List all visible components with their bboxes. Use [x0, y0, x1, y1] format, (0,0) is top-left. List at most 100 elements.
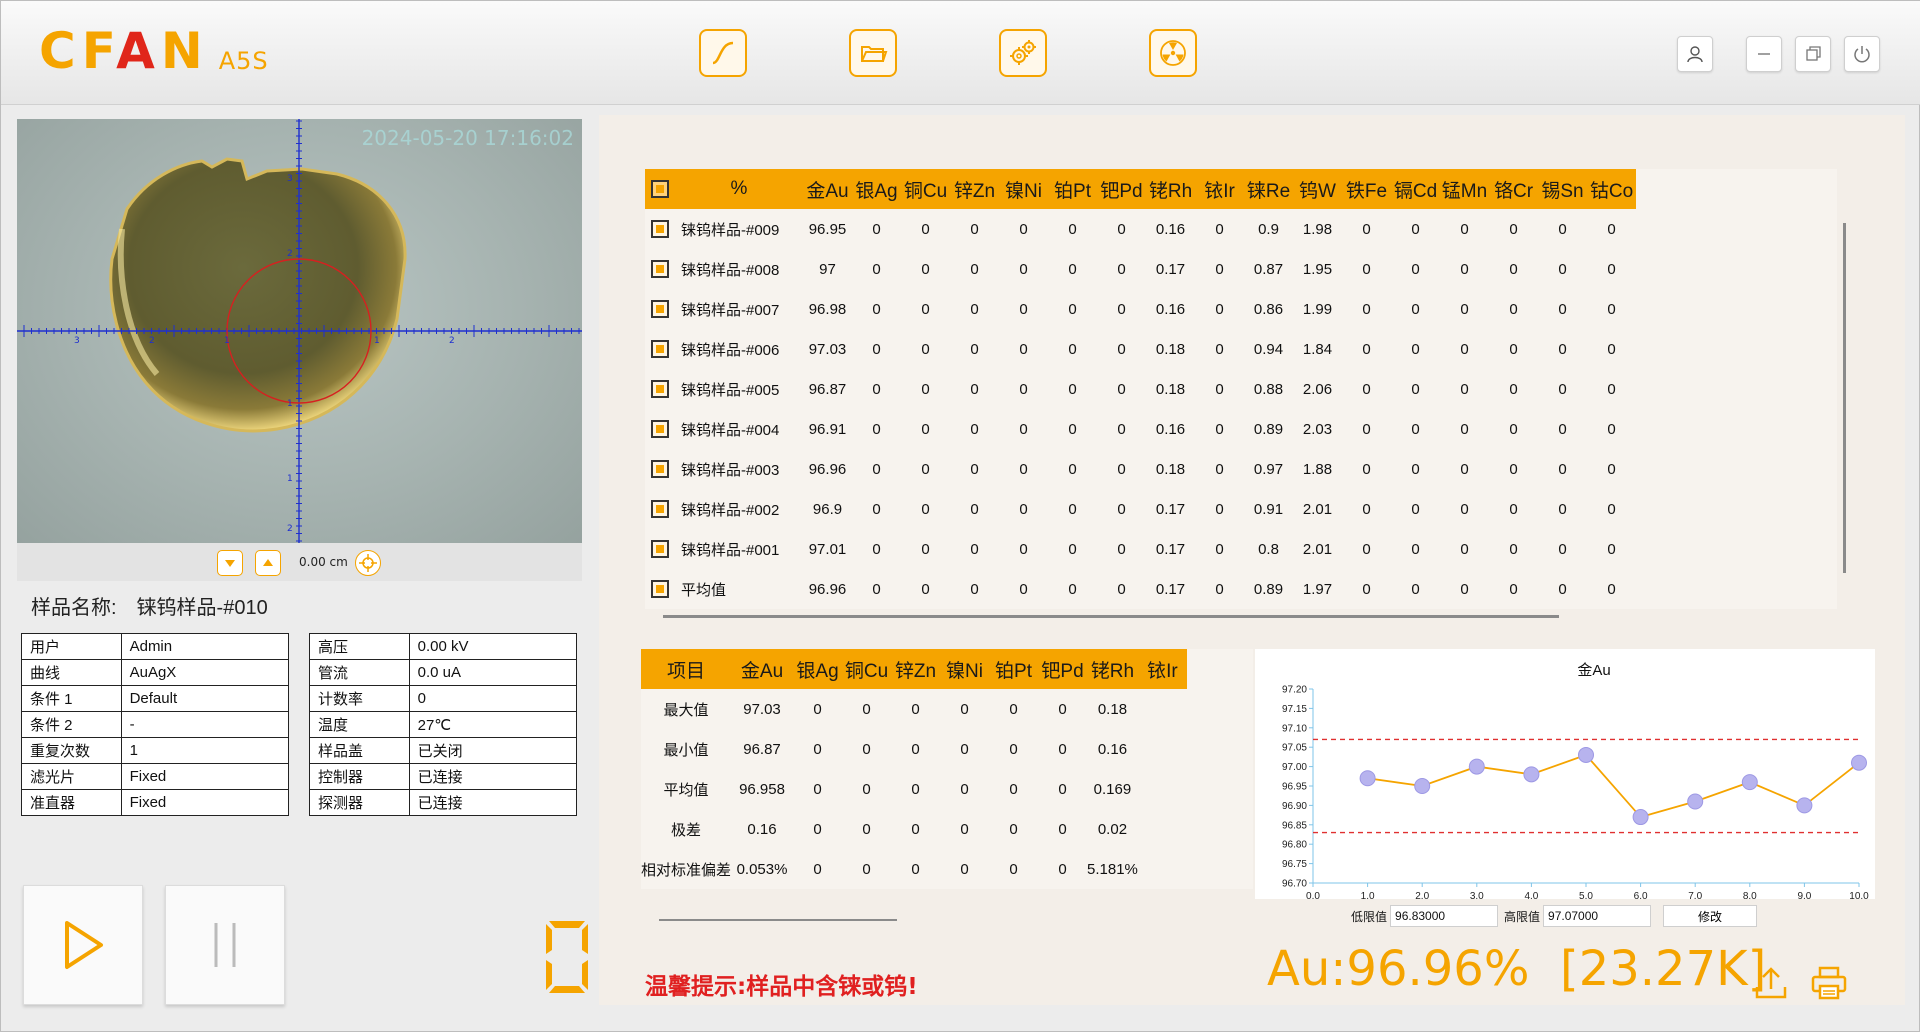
- info-key: 控制器: [309, 763, 410, 790]
- row-check-cell[interactable]: [645, 369, 675, 409]
- column-header[interactable]: 铑Rh: [1146, 169, 1195, 209]
- row-checkbox[interactable]: [651, 300, 669, 319]
- stats-row-name: 相对标准偏差: [641, 861, 732, 879]
- table-cell: 0: [921, 260, 930, 278]
- row-checkbox[interactable]: [651, 540, 669, 559]
- row-check-cell[interactable]: [645, 329, 675, 369]
- logo-text: CFAN: [39, 22, 209, 80]
- column-header[interactable]: 钴Co: [1587, 169, 1636, 209]
- column-header[interactable]: 铜Cu: [901, 169, 950, 209]
- table-cell: 0: [872, 340, 881, 358]
- row-check-cell[interactable]: [645, 249, 675, 289]
- table-cell: 0: [970, 460, 979, 478]
- table-row[interactable]: 铼钨样品-#008 97 0 0 0 0 0 0 0.17 0 0.87 1.95 0 0 0 0 0 0: [645, 249, 1636, 289]
- row-checkbox[interactable]: [651, 460, 669, 479]
- results-horizontal-scrollbar[interactable]: [663, 615, 1559, 618]
- data-point[interactable]: [1468, 758, 1485, 775]
- column-header[interactable]: 锰Mn: [1440, 169, 1489, 209]
- select-all-checkbox[interactable]: [651, 179, 669, 198]
- center-crosshair-button[interactable]: [355, 550, 381, 576]
- camera-view[interactable]: 3 2 1 1 2 3 2 1 1 2 2024-05-20 17:16:02: [17, 119, 582, 543]
- table-row[interactable]: 铼钨样品-#002 96.9 0 0 0 0 0 0 0.17 0 0.91 2.01 0 0 0 0 0 0: [645, 489, 1636, 529]
- table-row[interactable]: 铼钨样品-#005 96.87 0 0 0 0 0 0 0.18 0 0.88 2.06 0 0 0 0 0 0: [645, 369, 1636, 409]
- column-header[interactable]: 锌Zn: [950, 169, 999, 209]
- row-checkbox[interactable]: [651, 420, 669, 439]
- column-header[interactable]: 铼Re: [1244, 169, 1293, 209]
- column-header[interactable]: 金Au: [803, 169, 852, 209]
- column-header[interactable]: 铬Cr: [1489, 169, 1538, 209]
- stats-header-item: 项目: [641, 649, 732, 689]
- row-check-cell[interactable]: [645, 449, 675, 489]
- table-cell: 0: [1411, 260, 1420, 278]
- row-checkbox[interactable]: [651, 380, 669, 399]
- table-cell: 0: [1117, 380, 1126, 398]
- move-up-button[interactable]: [255, 550, 281, 576]
- stats-cell: 0: [1058, 700, 1067, 718]
- radiation-button[interactable]: [1149, 29, 1197, 77]
- open-folder-button[interactable]: [849, 29, 897, 77]
- row-check-cell[interactable]: [645, 209, 675, 249]
- row-check-cell[interactable]: [645, 569, 675, 609]
- table-cell: 0.16: [1155, 300, 1186, 318]
- table-row[interactable]: 铼钨样品-#003 96.96 0 0 0 0 0 0 0.18 0 0.97 1.88 0 0 0 0 0 0: [645, 449, 1636, 489]
- stats-cell: 0: [813, 740, 822, 758]
- data-point[interactable]: [1523, 766, 1540, 783]
- stats-horizontal-scrollbar[interactable]: [659, 919, 897, 921]
- data-point[interactable]: [1632, 809, 1649, 826]
- table-row[interactable]: 铼钨样品-#004 96.91 0 0 0 0 0 0 0.16 0 0.89 2.03 0 0 0 0 0 0: [645, 409, 1636, 449]
- table-row[interactable]: 铼钨样品-#009 96.95 0 0 0 0 0 0 0.16 0 0.9 1.98 0 0 0 0 0 0: [645, 209, 1636, 249]
- data-point[interactable]: [1741, 774, 1758, 791]
- low-limit-input[interactable]: [1390, 905, 1499, 927]
- stats-cell: 0: [1058, 740, 1067, 758]
- curve-button[interactable]: [699, 29, 747, 77]
- row-name: 铼钨样品-#009: [681, 221, 780, 239]
- column-header[interactable]: 银Ag: [852, 169, 901, 209]
- column-header[interactable]: 钯Pd: [1097, 169, 1146, 209]
- move-down-button[interactable]: [217, 550, 243, 576]
- table-row[interactable]: 铼钨样品-#001 97.01 0 0 0 0 0 0 0.17 0 0.8 2.01 0 0 0 0 0 0: [645, 529, 1636, 569]
- restore-button[interactable]: [1795, 36, 1831, 72]
- start-button[interactable]: [23, 885, 143, 1005]
- column-header[interactable]: 铁Fe: [1342, 169, 1391, 209]
- table-cell: 96.96: [808, 580, 847, 598]
- axis-label: 1: [287, 399, 293, 409]
- row-checkbox[interactable]: [651, 580, 669, 599]
- minimize-button[interactable]: [1746, 36, 1782, 72]
- print-button[interactable]: [1807, 961, 1851, 1005]
- data-point[interactable]: [1359, 770, 1376, 787]
- column-header[interactable]: 铱Ir: [1195, 169, 1244, 209]
- results-vertical-scrollbar[interactable]: [1843, 223, 1846, 573]
- column-header[interactable]: 铂Pt: [1048, 169, 1097, 209]
- settings-button[interactable]: [999, 29, 1047, 77]
- row-check-cell[interactable]: [645, 289, 675, 329]
- column-header[interactable]: 镉Cd: [1391, 169, 1440, 209]
- column-header[interactable]: 镍Ni: [999, 169, 1048, 209]
- power-button[interactable]: [1844, 36, 1880, 72]
- table-cell: 0: [1019, 460, 1028, 478]
- data-point[interactable]: [1578, 746, 1594, 763]
- column-header[interactable]: 锡Sn: [1538, 169, 1587, 209]
- row-checkbox[interactable]: [651, 340, 669, 359]
- row-checkbox[interactable]: [651, 260, 669, 279]
- modify-limits-button[interactable]: 修改: [1663, 905, 1758, 927]
- data-point[interactable]: [1851, 754, 1867, 771]
- pause-button[interactable]: [165, 885, 285, 1005]
- select-all-cell[interactable]: [645, 169, 675, 209]
- column-header[interactable]: 钨W: [1293, 169, 1342, 209]
- high-limit-input[interactable]: [1543, 905, 1652, 927]
- row-check-cell[interactable]: [645, 529, 675, 569]
- data-point[interactable]: [1414, 778, 1431, 794]
- table-cell: 0: [1411, 340, 1420, 358]
- table-row[interactable]: 平均值 96.96 0 0 0 0 0 0 0.17 0 0.89 1.97 0 0 0 0 0 0: [645, 569, 1636, 609]
- row-check-cell[interactable]: [645, 409, 675, 449]
- row-checkbox[interactable]: [651, 220, 669, 239]
- table-row[interactable]: 铼钨样品-#007 96.98 0 0 0 0 0 0 0.16 0 0.86 1.99 0 0 0 0 0 0: [645, 289, 1636, 329]
- data-point[interactable]: [1687, 793, 1704, 810]
- user-button[interactable]: [1677, 36, 1713, 72]
- y-tick-label: 96.75: [1282, 859, 1307, 870]
- data-point[interactable]: [1796, 797, 1813, 814]
- row-check-cell[interactable]: [645, 489, 675, 529]
- row-checkbox[interactable]: [651, 500, 669, 519]
- export-button[interactable]: [1749, 961, 1793, 1005]
- table-row[interactable]: 铼钨样品-#006 97.03 0 0 0 0 0 0 0.18 0 0.94 1.84 0 0 0 0 0 0: [645, 329, 1636, 369]
